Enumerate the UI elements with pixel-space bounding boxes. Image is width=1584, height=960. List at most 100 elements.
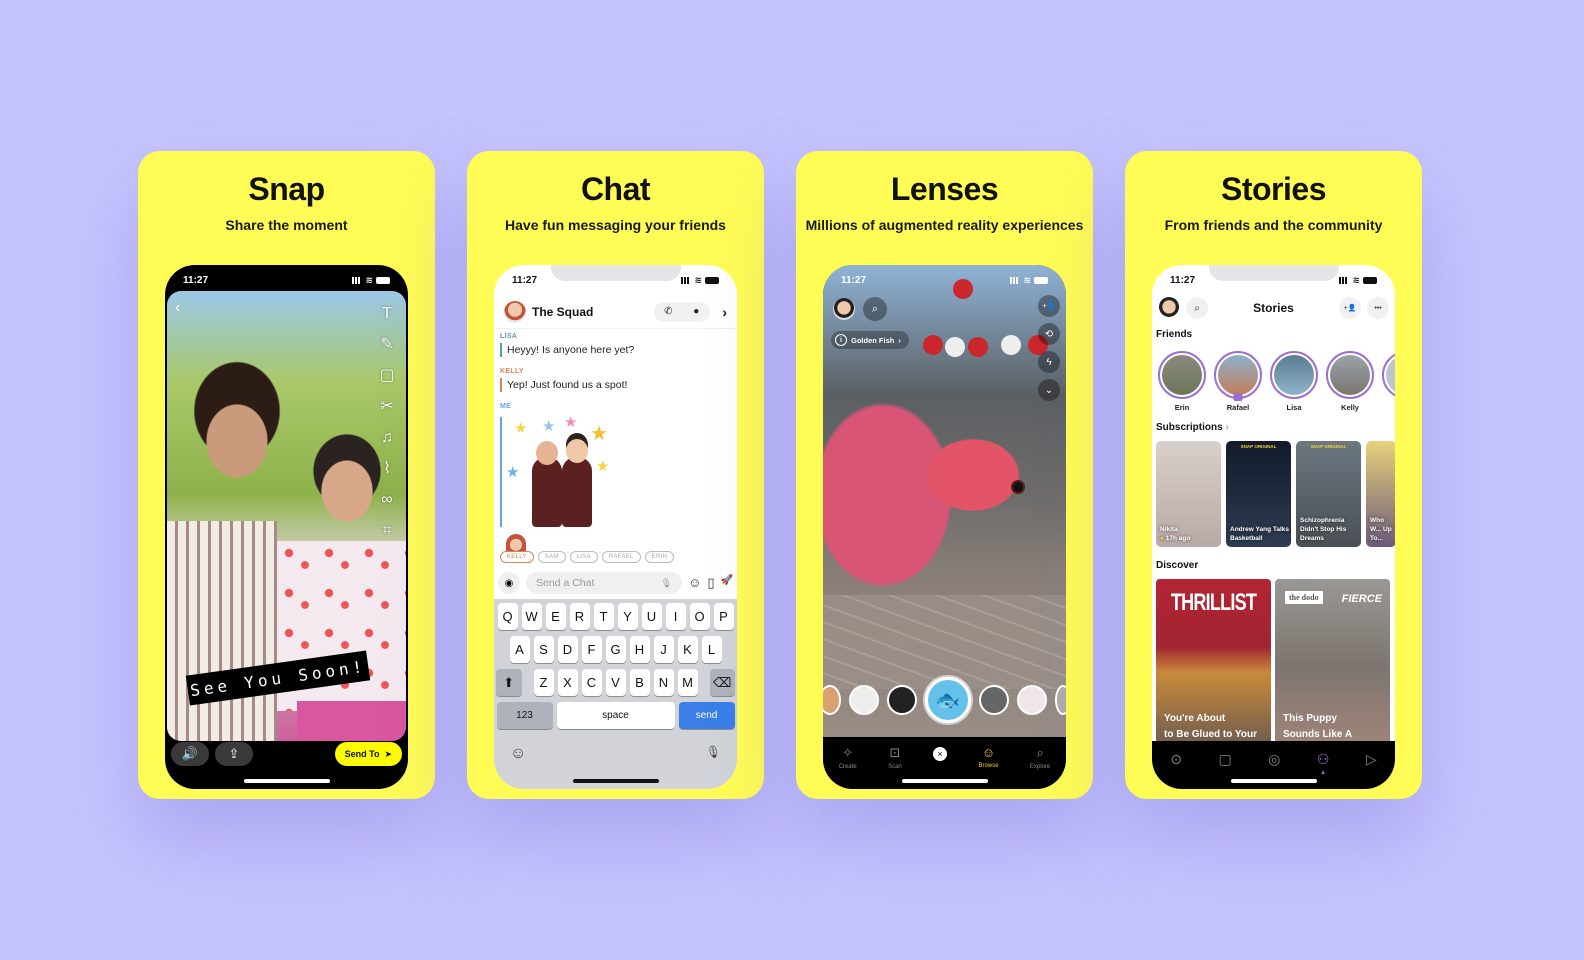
profile-avatar[interactable] [833, 298, 855, 320]
friend-story[interactable]: Erin [1158, 351, 1206, 412]
shift-key[interactable]: ⬆ [496, 669, 522, 696]
loop-tool-icon[interactable]: ∞ [378, 489, 396, 511]
key-a[interactable]: A [509, 636, 530, 663]
key-q[interactable]: Q [497, 603, 518, 630]
crop-tool-icon[interactable]: ⌗ [378, 520, 396, 542]
key-r[interactable]: R [569, 603, 590, 630]
key-p[interactable]: P [713, 603, 734, 630]
key-s[interactable]: S [533, 636, 554, 663]
mention-chip[interactable]: KELLY [500, 551, 534, 563]
more-options-button[interactable]: ⌄ [1038, 379, 1060, 401]
chat-input[interactable]: Send a Chat 🎙 [526, 572, 683, 594]
subscription-tile[interactable]: SNAP ORIGINAL Andrew Yang Talks Basketba… [1226, 441, 1291, 547]
video-call-icon[interactable]: ● [682, 306, 710, 317]
search-button[interactable]: ⌕ [1186, 297, 1208, 319]
profile-avatar[interactable] [1158, 297, 1180, 319]
key-o[interactable]: O [689, 603, 710, 630]
mention-chip[interactable]: SAM [537, 551, 566, 563]
discover-tile[interactable]: THRILLIST You're About to Be Glued to You… [1156, 579, 1271, 749]
nav-chat[interactable]: ▢ [1218, 751, 1231, 768]
lens-thumb[interactable] [886, 685, 917, 715]
chevron-right-icon[interactable]: › [722, 304, 727, 320]
key-d[interactable]: D [557, 636, 578, 663]
nav-scan[interactable]: ⊡ Scan [888, 745, 902, 789]
add-friend-button[interactable]: +👤 [1038, 295, 1060, 317]
paperclip-tool-icon[interactable]: ⌇ [378, 458, 396, 480]
key-u[interactable]: U [641, 603, 662, 630]
subscription-tile[interactable]: Who W... Up To... [1366, 441, 1395, 547]
friend-story[interactable]: Kelly [1326, 351, 1374, 412]
emoji-icon[interactable]: ☺ [688, 575, 701, 591]
search-button[interactable]: ⌕ [863, 297, 887, 321]
key-h[interactable]: H [629, 636, 650, 663]
group-avatar[interactable] [504, 300, 526, 323]
lens-thumb[interactable] [1016, 685, 1047, 715]
nav-stories[interactable]: ⚇ ▲ [1317, 751, 1330, 776]
key-e[interactable]: E [545, 603, 566, 630]
mention-chip[interactable]: ERIN [644, 551, 675, 563]
numbers-key[interactable]: 123 [496, 702, 553, 729]
lens-thumb[interactable] [848, 685, 879, 715]
friend-story[interactable]: P [1382, 351, 1395, 412]
dictation-icon[interactable]: 🎙 [706, 745, 721, 763]
add-friend-button[interactable]: +👤 [1339, 297, 1361, 319]
key-x[interactable]: X [557, 669, 578, 696]
camera-button[interactable]: ◉ [498, 572, 520, 594]
music-tool-icon[interactable]: ♫ [378, 427, 396, 449]
mention-chip[interactable]: LISA [569, 551, 598, 563]
nav-spotlight[interactable]: ▷ [1366, 751, 1377, 768]
emoji-keyboard-icon[interactable]: ☺ [510, 745, 526, 763]
key-f[interactable]: F [581, 636, 602, 663]
friend-story[interactable]: Lisa [1270, 351, 1318, 412]
key-y[interactable]: Y [617, 603, 638, 630]
phone-call-icon[interactable]: ✆ [654, 306, 682, 317]
lens-info-pill[interactable]: i Golden Fish › [831, 331, 909, 349]
key-m[interactable]: M [677, 669, 698, 696]
key-g[interactable]: G [605, 636, 626, 663]
cards-icon[interactable]: ▯ [707, 575, 714, 591]
flip-camera-button[interactable]: ⟲ [1038, 323, 1060, 345]
key-n[interactable]: N [653, 669, 674, 696]
key-c[interactable]: C [581, 669, 602, 696]
delete-key[interactable]: ⌫ [709, 669, 735, 696]
active-lens-button[interactable]: 🐟 [924, 677, 971, 723]
discover-tile[interactable]: the dodo FIERCE This Puppy Sounds Like A [1275, 579, 1390, 749]
key-i[interactable]: I [665, 603, 686, 630]
mic-icon[interactable]: 🎙 [661, 578, 672, 589]
chat-title[interactable]: The Squad [532, 305, 593, 319]
subscription-tile[interactable]: SNAP ORIGINAL Schizophrenia Didn't Stop … [1296, 441, 1361, 547]
flash-button[interactable]: ϟ [1038, 351, 1060, 373]
back-icon[interactable]: ‹ [175, 299, 180, 317]
key-k[interactable]: K [677, 636, 698, 663]
lens-thumb[interactable] [823, 685, 841, 715]
lens-thumb[interactable] [978, 685, 1009, 715]
mention-chip[interactable]: RAFAEL [601, 551, 641, 563]
text-tool-icon[interactable]: T [378, 303, 396, 325]
sticker-tool-icon[interactable]: ▢ [378, 365, 396, 387]
key-t[interactable]: T [593, 603, 614, 630]
send-to-button[interactable]: Send To ➤ [334, 742, 402, 766]
nav-map[interactable]: ⊙ [1170, 751, 1182, 768]
space-key[interactable]: space [556, 702, 675, 729]
pencil-tool-icon[interactable]: ✎ [378, 334, 396, 356]
key-w[interactable]: W [521, 603, 542, 630]
key-j[interactable]: J [653, 636, 674, 663]
key-z[interactable]: Z [533, 669, 554, 696]
friend-story[interactable]: Rafael [1214, 351, 1262, 412]
scissors-tool-icon[interactable]: ✂ [378, 396, 396, 418]
lens-thumb[interactable] [1054, 685, 1066, 715]
more-button[interactable]: ••• [1367, 297, 1389, 319]
nav-explore[interactable]: ⌕ Explore [1030, 745, 1050, 789]
sound-button[interactable]: 🔊 [171, 742, 209, 766]
key-v[interactable]: V [605, 669, 626, 696]
key-l[interactable]: L [701, 636, 722, 663]
share-button[interactable]: ⇪ [215, 742, 253, 766]
subscriptions-heading[interactable]: Subscriptions › [1156, 422, 1229, 433]
nav-create[interactable]: ✧ Create [839, 745, 857, 789]
bitmoji-sticker[interactable]: ★ ★ ★ ★ ★ ★ [500, 414, 610, 527]
send-key[interactable]: send [678, 702, 735, 729]
subscription-tile[interactable]: Nikita ● 17h ago [1156, 441, 1221, 547]
nav-camera[interactable]: ◎ [1268, 751, 1280, 768]
key-b[interactable]: B [629, 669, 650, 696]
rocket-icon[interactable]: 🚀 [721, 575, 733, 591]
